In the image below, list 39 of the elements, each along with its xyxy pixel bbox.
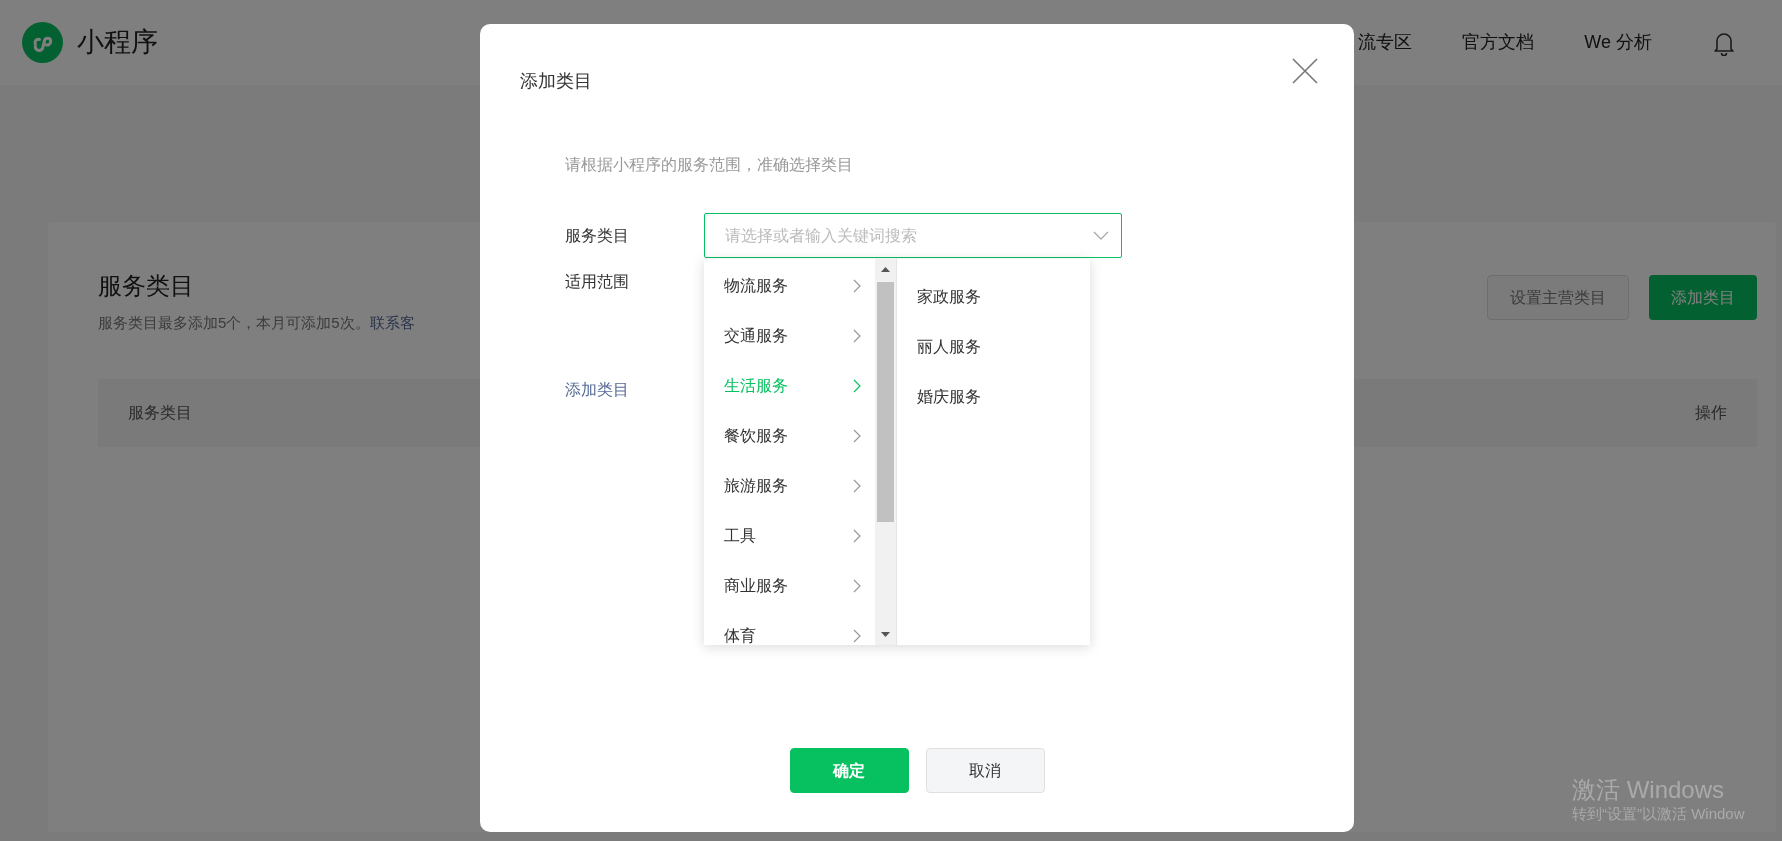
- scroll-up-icon[interactable]: [881, 267, 890, 272]
- hint-text: 请根据小程序的服务范围，准确选择类目: [565, 155, 854, 175]
- category-item[interactable]: 餐饮服务: [704, 411, 875, 461]
- chevron-right-icon: [853, 529, 861, 543]
- category-item[interactable]: 商业服务: [704, 561, 875, 611]
- dialog-title: 添加类目: [520, 70, 592, 93]
- scrollbar-thumb[interactable]: [877, 282, 894, 522]
- subcategory-item[interactable]: 婚庆服务: [897, 372, 1090, 422]
- scroll-down-icon[interactable]: [881, 632, 890, 637]
- column-header: 操作: [1695, 402, 1727, 423]
- subcategory-item[interactable]: 家政服务: [897, 272, 1090, 322]
- chevron-right-icon: [853, 579, 861, 593]
- field-label: 服务类目: [565, 225, 630, 246]
- section-title: 服务类目: [98, 271, 195, 301]
- nav-link[interactable]: 官方文档: [1462, 29, 1535, 56]
- cancel-button[interactable]: 取消: [925, 748, 1045, 793]
- nav-link[interactable]: 流专区: [1358, 29, 1413, 56]
- chevron-right-icon: [853, 329, 861, 343]
- category-item[interactable]: 交通服务: [704, 311, 875, 361]
- close-icon[interactable]: [1292, 58, 1318, 84]
- category-item[interactable]: 旅游服务: [704, 461, 875, 511]
- category-item[interactable]: 工具: [704, 511, 875, 561]
- category-item[interactable]: 物流服务: [704, 261, 875, 311]
- field-label: 适用范围: [565, 272, 629, 292]
- column-header: 服务类目: [128, 402, 192, 423]
- chevron-right-icon: [853, 629, 861, 643]
- subcategory-item[interactable]: 丽人服务: [897, 322, 1090, 372]
- add-category-link[interactable]: 添加类目: [565, 378, 629, 402]
- scrollbar[interactable]: [875, 259, 897, 645]
- chevron-right-icon: [853, 279, 861, 293]
- chevron-right-icon: [853, 429, 861, 443]
- logo-text: 小程序: [77, 26, 158, 60]
- chevron-right-icon: [853, 479, 861, 493]
- category-item[interactable]: 体育: [704, 611, 875, 661]
- chevron-down-icon: [1093, 230, 1109, 241]
- description-text: 服务类目最多添加5个，本月可添加5次。: [98, 313, 370, 333]
- nav-link[interactable]: We 分析: [1584, 29, 1652, 56]
- chevron-right-icon: [853, 379, 861, 393]
- select-placeholder: 请选择或者输入关键词搜索: [725, 225, 917, 246]
